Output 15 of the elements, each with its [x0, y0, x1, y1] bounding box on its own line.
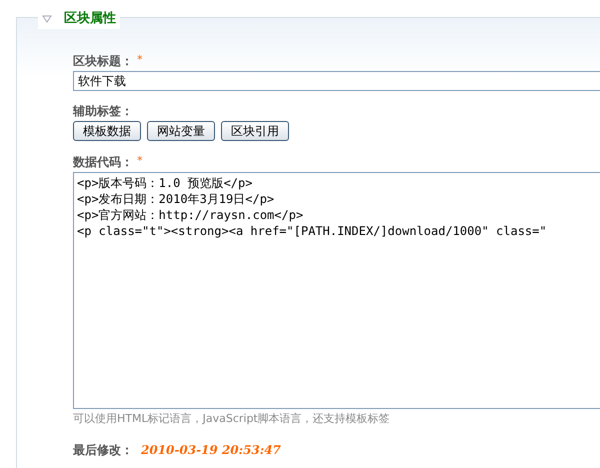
triangle-icon[interactable]	[42, 14, 52, 23]
tag-button[interactable]: 区块引用	[221, 121, 289, 141]
code-field[interactable]: <p>版本号码：1.0 预览版</p> <p>发布日期：2010年3月19日</p> <p>官方网站：http://raysn.com</p> <p class="t"><strong><a href="[PATH.INDEX/]download/1000" class="	[73, 172, 600, 409]
field-label: 辅助标签：	[73, 103, 134, 120]
required-mark: *	[137, 52, 142, 68]
hint-text: 可以使用HTML标记语言，JavaScript脚本语言，还支持模板标签	[73, 411, 391, 427]
field-label: 数据代码：	[73, 154, 133, 171]
tag-button[interactable]: 网站变量	[147, 121, 215, 141]
required-mark: *	[137, 153, 142, 169]
field-label: 区块标题：	[73, 53, 133, 70]
section-title: 区块属性	[64, 10, 116, 28]
modified-time: 2010-03-19 20:53:47	[141, 442, 281, 458]
title-input[interactable]: 软件下载	[73, 71, 600, 91]
field-label: 最后修改：	[73, 442, 133, 458]
tag-button[interactable]: 模板数据	[73, 121, 141, 141]
